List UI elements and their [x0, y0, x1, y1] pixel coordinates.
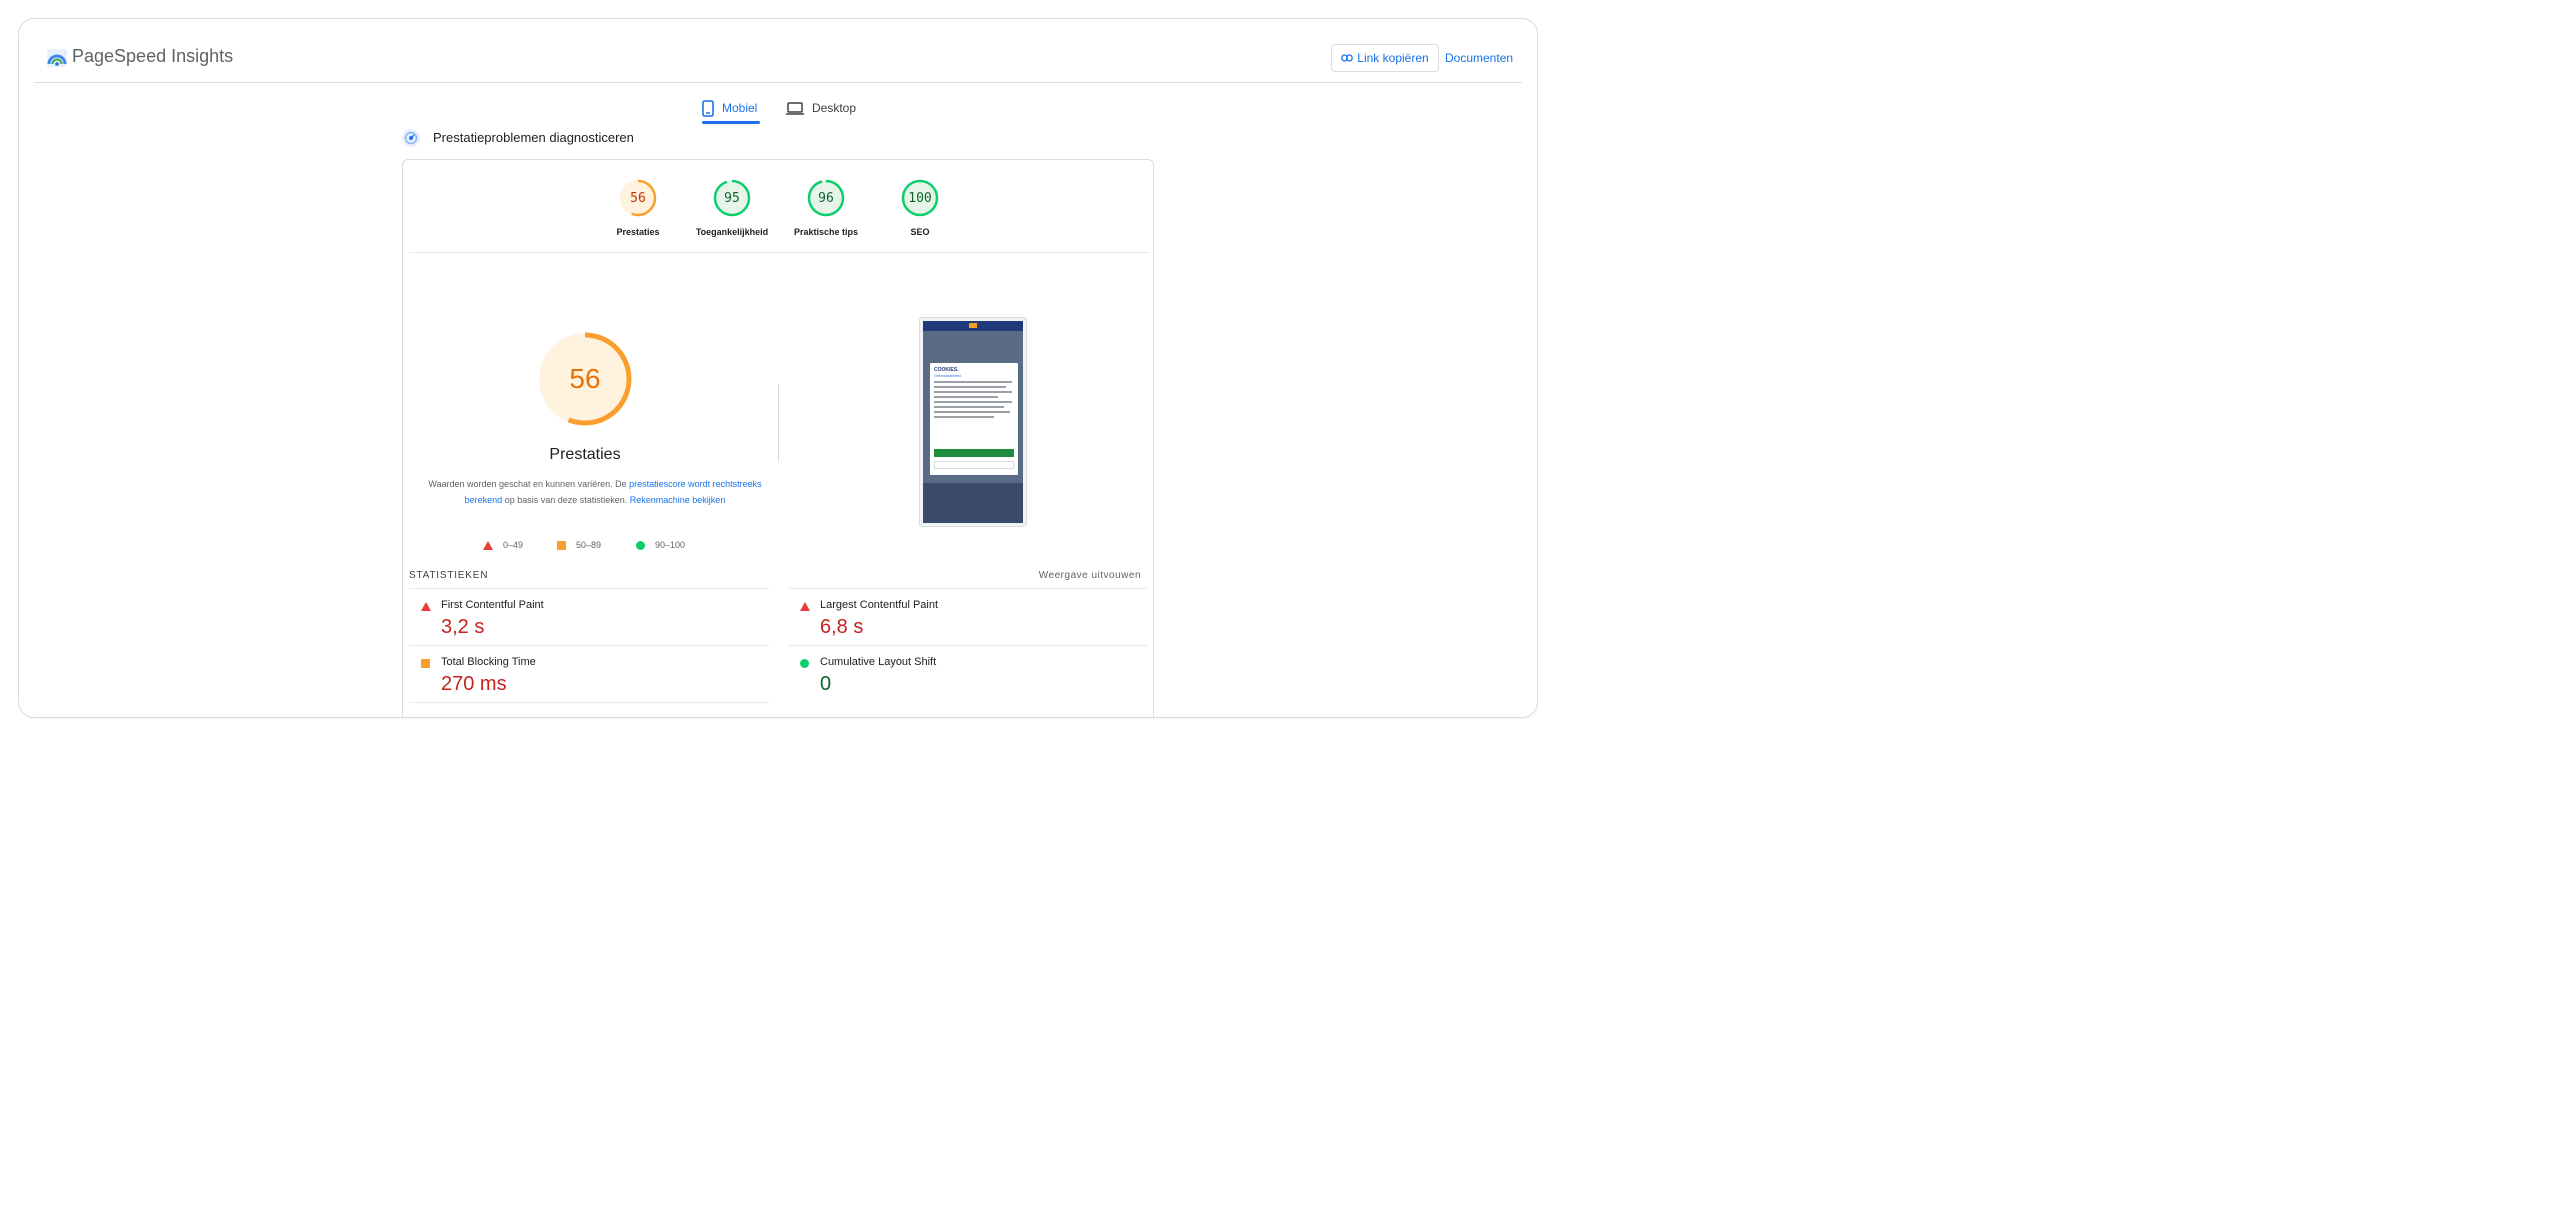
- score-value: 56: [630, 190, 646, 206]
- metric-value: 3,2 s: [441, 616, 485, 638]
- description-text: op basis van deze statistieken.: [502, 495, 630, 505]
- section-divider: [409, 252, 1149, 253]
- page-screenshot[interactable]: COOKIES. Gebruiksbeleid: [919, 317, 1027, 527]
- metric-fcp: First Contentful Paint 3,2 s: [409, 588, 769, 645]
- fail-triangle-icon: [421, 602, 431, 611]
- legend-fail: 0–49: [483, 538, 523, 552]
- tab-mobile-label: Mobiel: [722, 101, 758, 115]
- top-header: PageSpeed Insights Link kopiëren Documen…: [34, 19, 1522, 83]
- score-gauge-performance[interactable]: 56: [618, 178, 658, 218]
- score-label: Prestaties: [616, 227, 660, 237]
- legend-label: 50–89: [576, 540, 602, 550]
- metric-lcp: Largest Contentful Paint 6,8 s: [788, 588, 1148, 645]
- score-label: Praktische tips: [793, 227, 859, 237]
- legend-average: 50–89: [557, 538, 601, 552]
- metric-cls: Cumulative Layout Shift 0: [788, 645, 1148, 702]
- score-gauge-accessibility[interactable]: 95: [712, 178, 752, 218]
- metric-name: Largest Contentful Paint: [820, 599, 939, 611]
- metric-name: Total Blocking Time: [441, 656, 536, 668]
- diagnostics-title: Prestatieproblemen diagnosticeren: [433, 130, 634, 145]
- metric-value: 6,8 s: [820, 616, 864, 638]
- cookie-accept-bar: [934, 449, 1014, 457]
- screenshot-image: COOKIES. Gebruiksbeleid: [923, 321, 1023, 523]
- vertical-divider: [778, 384, 779, 462]
- score-gauge-seo[interactable]: 100: [900, 178, 940, 218]
- metric-tbt: Total Blocking Time 270 ms: [409, 645, 769, 702]
- performance-gauge: 56: [536, 330, 634, 428]
- score-value: 96: [818, 190, 834, 206]
- performance-description: Waarden worden geschat en kunnen variëre…: [423, 476, 767, 508]
- score-gauge-best-practices[interactable]: 96: [806, 178, 846, 218]
- cookie-dialog-subtitle: Gebruiksbeleid: [934, 373, 961, 378]
- copy-link-button[interactable]: Link kopiëren: [1331, 44, 1439, 72]
- circle-icon: [636, 540, 645, 550]
- metric-value: 270 ms: [441, 673, 507, 695]
- metric-name: Cumulative Layout Shift: [820, 656, 937, 668]
- metric-name: First Contentful Paint: [441, 599, 544, 611]
- expand-view-toggle[interactable]: Weergave uitvouwen: [1039, 570, 1141, 581]
- metrics-heading: STATISTIEKEN: [409, 570, 489, 581]
- metrics-bottom-rule: [409, 702, 769, 703]
- link-icon: [1341, 54, 1354, 62]
- tab-mobile[interactable]: Mobiel: [702, 93, 760, 123]
- triangle-icon: [483, 540, 493, 550]
- description-text: Waarden worden geschat en kunnen variëre…: [428, 479, 630, 489]
- score-label: Toegankelijkheid: [695, 227, 769, 237]
- diagnostics-icon: [402, 129, 420, 147]
- copy-link-label: Link kopiëren: [1357, 51, 1429, 65]
- cookie-dialog: COOKIES. Gebruiksbeleid: [930, 363, 1018, 475]
- screenshot-topbar: [923, 321, 1023, 331]
- active-tab-indicator: [702, 121, 760, 124]
- fail-triangle-icon: [800, 602, 810, 611]
- docs-link[interactable]: Documenten: [1445, 51, 1513, 65]
- app-window: PageSpeed Insights Link kopiëren Documen…: [18, 18, 1538, 718]
- performance-score: 56: [569, 363, 601, 394]
- laptop-icon: [786, 101, 804, 115]
- pass-circle-icon: [800, 659, 809, 668]
- average-square-icon: [421, 659, 430, 668]
- report-card: 56 Prestaties 95 Toegankelijkheid 96 Pra…: [402, 159, 1154, 717]
- metric-value: 0: [820, 673, 832, 695]
- score-value: 95: [724, 190, 740, 206]
- legend-label: 0–49: [503, 540, 524, 550]
- screenshot-bottom: [923, 483, 1023, 523]
- tab-desktop-label: Desktop: [812, 101, 857, 115]
- legend-pass: 90–100: [636, 538, 685, 552]
- score-label: SEO: [910, 227, 930, 237]
- phone-icon: [702, 99, 714, 117]
- pagespeed-logo-icon: [47, 49, 67, 67]
- calculator-link[interactable]: Rekenmachine bekijken: [630, 495, 726, 505]
- legend-label: 90–100: [655, 540, 686, 550]
- square-icon: [557, 540, 566, 550]
- cookie-deny-bar: [934, 461, 1014, 469]
- performance-title: Prestaties: [549, 446, 621, 463]
- app-title: PageSpeed Insights: [72, 46, 234, 66]
- score-value: 100: [908, 190, 932, 206]
- tab-desktop[interactable]: Desktop: [786, 93, 866, 123]
